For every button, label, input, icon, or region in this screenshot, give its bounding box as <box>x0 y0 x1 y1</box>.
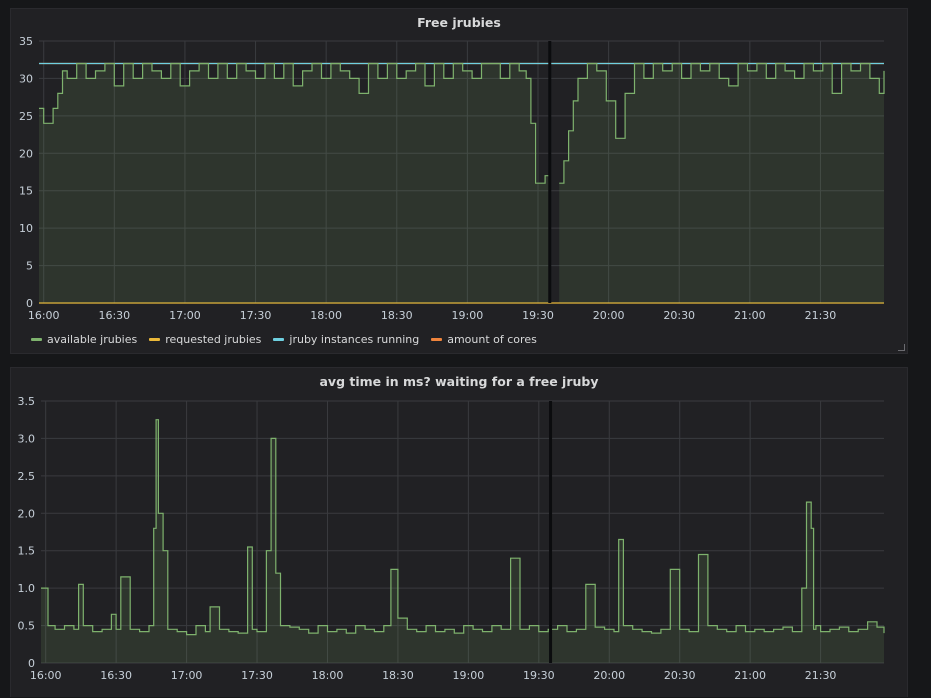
x-tick-label: 17:30 <box>241 669 273 682</box>
x-tick-label: 17:30 <box>240 309 272 322</box>
x-tick-label: 16:30 <box>100 669 132 682</box>
legend-label: amount of cores <box>447 333 537 346</box>
x-tick-label: 18:00 <box>312 669 344 682</box>
y-tick-label: 3.5 <box>18 395 36 408</box>
x-tick-label: 16:00 <box>30 669 62 682</box>
legend-label: requested jrubies <box>165 333 262 346</box>
y-tick-label: 15 <box>19 185 33 198</box>
x-tick-label: 18:00 <box>310 309 342 322</box>
legend-label: jruby instances running <box>289 333 420 346</box>
wait-time-panel: avg time in ms? waiting for a free jruby… <box>10 367 908 697</box>
legend-item-amount-of-cores[interactable]: amount of cores <box>431 333 537 346</box>
wait-time-chart: 00.51.01.52.02.53.03.516:00 16:30 17:00 17:… <box>18 395 885 682</box>
series-area <box>39 63 550 303</box>
x-tick-label: 20:00 <box>593 309 625 322</box>
y-tick-label: 30 <box>19 72 33 85</box>
legend-item-requested-jrubies[interactable]: requested jrubies <box>149 333 261 346</box>
y-tick-label: 35 <box>19 35 33 48</box>
y-tick-label: 3.0 <box>18 432 36 445</box>
x-tick-label: 20:30 <box>664 669 696 682</box>
y-tick-label: 1.5 <box>18 545 36 558</box>
x-tick-label: 20:00 <box>593 669 625 682</box>
y-tick-label: 2.0 <box>18 507 36 520</box>
x-tick-label: 21:00 <box>734 309 766 322</box>
y-tick-label: 25 <box>19 110 33 123</box>
y-tick-label: 5 <box>26 260 33 273</box>
legend-item-jruby-instances-running[interactable]: jruby instances running <box>273 333 419 346</box>
legend-swatch <box>31 338 42 341</box>
y-tick-label: 2.5 <box>18 470 36 483</box>
free-jrubies-chart: 0510152025303516:00 16:30 17:00 17:30 18:00 1… <box>19 35 885 322</box>
legend-swatch <box>273 338 285 341</box>
legend-item-available-jrubies[interactable]: available jrubies <box>31 333 137 346</box>
y-tick-label: 1.0 <box>18 582 36 595</box>
x-tick-label: 21:30 <box>805 309 837 322</box>
legend-swatch <box>149 338 161 341</box>
free-jrubies-panel: Free jrubies 0 5 10 15 20 25 30 35 16:00 16:30 17:… <box>10 8 908 354</box>
legend-swatch <box>431 338 443 341</box>
x-tick-label: 16:00 <box>28 309 60 322</box>
x-tick-label: 19:00 <box>452 309 484 322</box>
y-tick-label: 0.5 <box>18 620 36 633</box>
x-tick-label: 20:30 <box>663 309 695 322</box>
x-tick-label: 19:00 <box>453 669 485 682</box>
y-tick-label: 20 <box>19 147 33 160</box>
x-tick-label: 16:30 <box>98 309 130 322</box>
chart-legend: available jrubies requested jrubies jrub… <box>31 333 537 346</box>
x-tick-label: 17:00 <box>171 669 203 682</box>
x-tick-label: 21:30 <box>805 669 837 682</box>
y-tick-label: 10 <box>19 222 33 235</box>
x-tick-label: 19:30 <box>523 669 555 682</box>
x-tick-label: 19:30 <box>522 309 554 322</box>
x-tick-label: 18:30 <box>381 309 413 322</box>
legend-label: available jrubies <box>47 333 138 346</box>
x-tick-label: 17:00 <box>169 309 201 322</box>
x-tick-label: 21:00 <box>734 669 766 682</box>
x-tick-label: 18:30 <box>382 669 414 682</box>
panel-resize-handle[interactable] <box>898 344 905 351</box>
